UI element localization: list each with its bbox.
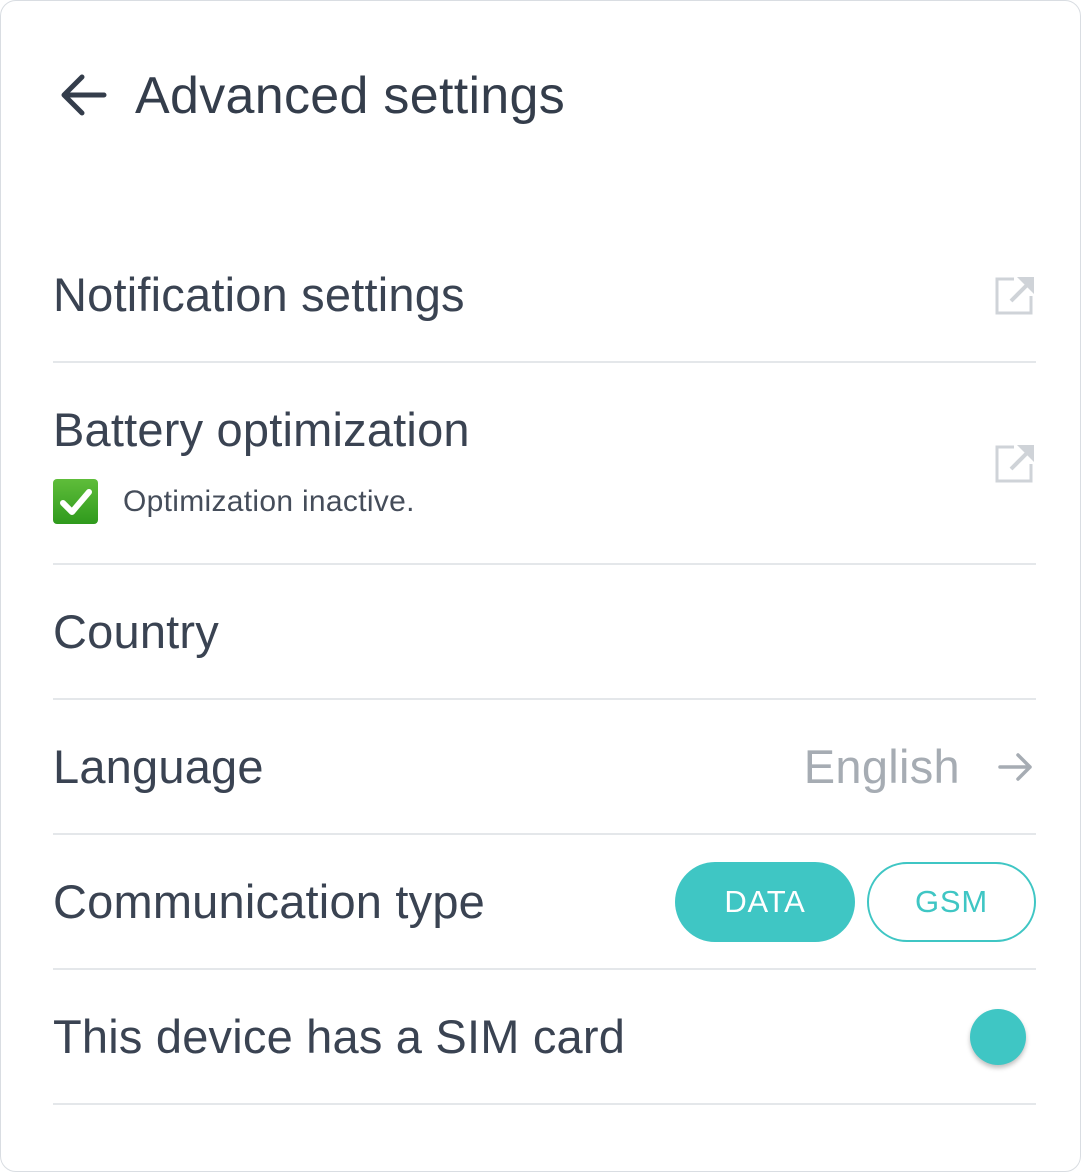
battery-text: Battery optimization Optimization inacti… bbox=[53, 363, 470, 563]
language-value: English bbox=[803, 740, 960, 793]
check-icon bbox=[53, 479, 98, 524]
arrow-left-icon bbox=[61, 74, 107, 116]
notification-settings-row[interactable]: Notification settings bbox=[53, 228, 1036, 363]
communication-type-toggle: DATA GSM bbox=[675, 861, 1036, 942]
language-label: Language bbox=[53, 740, 264, 793]
data-option-button[interactable]: DATA bbox=[675, 861, 855, 942]
battery-optimization-row[interactable]: Battery optimization Optimization inacti… bbox=[53, 363, 1036, 565]
communication-type-row: Communication type DATA GSM bbox=[53, 835, 1036, 970]
notification-settings-label: Notification settings bbox=[53, 268, 465, 321]
sim-card-label: This device has a SIM card bbox=[53, 1010, 626, 1063]
language-selector[interactable]: English bbox=[804, 739, 1036, 794]
external-link-icon[interactable] bbox=[994, 442, 1036, 484]
battery-status-text: Optimization inactive. bbox=[123, 484, 415, 518]
back-button[interactable] bbox=[51, 63, 115, 127]
settings-screen: Advanced settings Notification settings … bbox=[0, 0, 1081, 1172]
communication-type-label: Communication type bbox=[53, 875, 486, 928]
external-link-icon[interactable] bbox=[994, 274, 1036, 316]
app-header: Advanced settings bbox=[1, 1, 1080, 191]
battery-optimization-label: Battery optimization bbox=[53, 403, 470, 456]
gsm-option-button[interactable]: GSM bbox=[867, 861, 1036, 942]
country-row[interactable]: Country bbox=[53, 565, 1036, 700]
settings-list: Notification settings Battery optimizati… bbox=[53, 228, 1036, 1105]
language-row[interactable]: Language English bbox=[53, 700, 1036, 835]
page-title: Advanced settings bbox=[135, 67, 566, 125]
battery-status: Optimization inactive. bbox=[53, 479, 470, 524]
country-label: Country bbox=[53, 605, 219, 658]
sim-card-toggle[interactable] bbox=[966, 1007, 1036, 1067]
sim-card-row: This device has a SIM card bbox=[53, 970, 1036, 1105]
toggle-knob bbox=[970, 1008, 1026, 1065]
arrow-right-icon bbox=[998, 752, 1032, 781]
